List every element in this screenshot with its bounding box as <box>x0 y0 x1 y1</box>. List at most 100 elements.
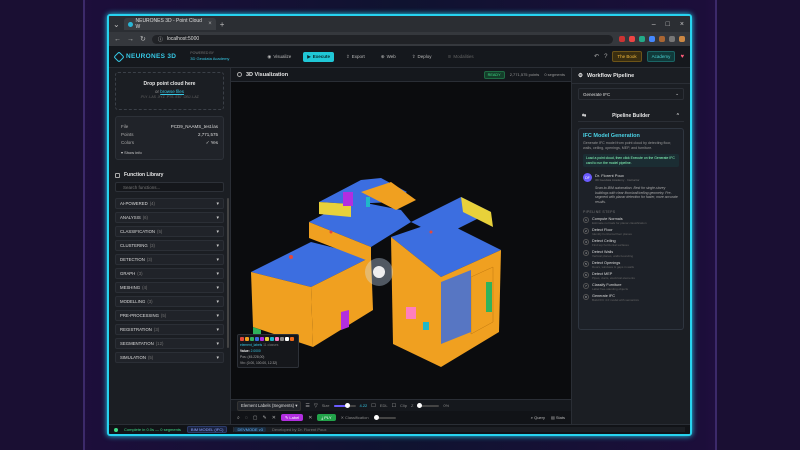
pipeline-builder-header[interactable]: ⇆ Pipeline Builder ⌃ <box>578 110 684 122</box>
size-slider[interactable] <box>333 402 356 408</box>
color-swatch[interactable] <box>290 337 294 341</box>
color-swatch[interactable] <box>270 337 274 341</box>
chevron-down-icon: ▾ <box>216 326 219 333</box>
nav-deploy-button[interactable]: ⇧ Deploy <box>408 52 436 62</box>
select-icon[interactable]: ▢ <box>253 415 258 421</box>
nav-visualize-button[interactable]: ◉ Visualize <box>263 52 295 62</box>
heart-icon[interactable]: ♥ <box>680 54 684 60</box>
pipeline-step[interactable]: 4 Detect Walls Vertical planes, walls boun… <box>583 250 679 258</box>
minimize-icon[interactable]: – <box>652 21 656 28</box>
filter-icon[interactable]: ▽ <box>314 403 318 409</box>
main-nav: ◉ Visualize ▶ Execute ⇪ Export ⊕ Web ⇧ Deploy ≋ Mod… <box>263 51 478 62</box>
forward-icon[interactable]: → <box>127 36 134 43</box>
tab-list-icon[interactable]: ⌄ <box>113 20 120 29</box>
extension-icon[interactable] <box>649 36 655 42</box>
workflow-select[interactable]: Generate IFC ⌄ <box>578 88 684 100</box>
color-swatch[interactable] <box>250 337 254 341</box>
reload-icon[interactable]: ↻ <box>140 35 146 43</box>
app-logo[interactable]: NEURONES 3D <box>113 50 176 63</box>
classification-slider[interactable] <box>373 414 396 420</box>
clip-checkbox[interactable]: ☐ <box>392 403 396 409</box>
category-simulation[interactable]: SIMULATION (5) ▾ <box>115 352 224 363</box>
size-value: 4.22 <box>359 403 368 408</box>
color-mode-select[interactable]: Element Labels (Segments) ▾ <box>237 400 302 411</box>
category-name: REGISTRATION <box>120 327 152 332</box>
category-count: (5) <box>147 355 154 360</box>
category-ai-powered[interactable]: AI-POWERED (4) ▾ <box>115 198 224 209</box>
color-swatch[interactable] <box>260 337 264 341</box>
function-search-input[interactable]: Search functions... <box>115 182 224 192</box>
pipeline-step[interactable]: 3 Detect Ceiling Find top horizontal surfa… <box>583 239 679 247</box>
pipeline-step[interactable]: 7 Classify Furniture Label free-standing o… <box>583 283 679 291</box>
category-meshing[interactable]: MESHING (4) ▾ <box>115 282 224 293</box>
author-block: DF Dr. Florent Poux 3D Geodata Academy ·… <box>583 173 679 182</box>
profile-icon[interactable] <box>679 36 685 42</box>
browse-files-link[interactable]: browse files <box>160 89 184 94</box>
edl-checkbox[interactable]: ☐ <box>371 403 375 409</box>
extension-icon[interactable] <box>639 36 645 42</box>
new-tab-icon[interactable]: + <box>220 20 225 29</box>
undo-icon[interactable]: ↶ <box>594 53 599 60</box>
category-modelling[interactable]: MODELLING (3) ▾ <box>115 296 224 307</box>
extension-icon[interactable] <box>669 36 675 42</box>
close-tab-icon[interactable]: × <box>208 21 212 27</box>
classification-toggle[interactable]: ✕ Classification <box>341 415 369 420</box>
back-icon[interactable]: ← <box>114 36 121 43</box>
stats-button[interactable]: ▤ Stats <box>551 415 565 420</box>
help-icon[interactable]: ? <box>604 54 607 60</box>
nav-export-button[interactable]: ⇪ Export <box>342 52 369 62</box>
nav-web-button[interactable]: ⊕ Web <box>377 52 400 62</box>
show-info-toggle[interactable]: ▾ Show info <box>121 150 218 155</box>
category-pre-processing[interactable]: PRE-PROCESSING (5) ▾ <box>115 310 224 321</box>
browser-tab[interactable]: NEURONES 3D - Point Cloud W × <box>123 18 216 30</box>
close-icon[interactable]: ✕ <box>308 415 312 421</box>
maximize-icon[interactable]: □ <box>666 21 670 28</box>
query-button[interactable]: ⌕ Query <box>531 415 545 420</box>
nav-execute-button[interactable]: ▶ Execute <box>303 51 335 62</box>
category-analysis[interactable]: ANALYSIS (6) ▾ <box>115 212 224 223</box>
category-graph[interactable]: GRAPH (3) ▾ <box>115 268 224 279</box>
ply-export-button[interactable]: ⤓ PLY <box>317 414 336 421</box>
color-swatch[interactable] <box>245 337 249 341</box>
category-registration[interactable]: REGISTRATION (3) ▾ <box>115 324 224 335</box>
category-classification[interactable]: CLASSIFICATION (5) ▾ <box>115 226 224 237</box>
3d-scene[interactable]: element_labels 11 classes Value: 2.0000 … <box>231 82 571 398</box>
pipeline-step[interactable]: 2 Detect Floor Identify horizontal floor p… <box>583 228 679 236</box>
extension-icon[interactable] <box>659 36 665 42</box>
the-book-button[interactable]: The Book <box>612 51 642 62</box>
extension-icon[interactable] <box>629 36 635 42</box>
clip-slider[interactable] <box>417 402 440 408</box>
list-icon[interactable]: ☰ <box>305 403 309 409</box>
pipeline-step[interactable]: 6 Detect MEP Pipes, ducts, electrical elem… <box>583 272 679 280</box>
lasso-icon[interactable]: ◌ <box>245 415 248 421</box>
left-scrollbar[interactable] <box>227 198 229 348</box>
tab-title: NEURONES 3D - Point Cloud W <box>135 18 202 30</box>
pipeline-step[interactable]: 5 Detect Openings Doors, windows & gaps in… <box>583 261 679 269</box>
url-field[interactable]: ⓘ localhost:5000 <box>151 34 613 44</box>
color-swatch[interactable] <box>255 337 259 341</box>
chevron-down-icon: ▾ <box>216 298 219 305</box>
academy-button[interactable]: Academy <box>646 51 676 62</box>
color-swatch[interactable] <box>285 337 289 341</box>
category-count: (3) <box>147 299 153 304</box>
nav-modalities-button[interactable]: ≋ Modalities <box>444 52 478 62</box>
color-swatch[interactable] <box>240 337 244 341</box>
site-info-icon[interactable]: ⓘ <box>158 36 163 43</box>
brush-icon[interactable]: ✎ <box>263 415 267 421</box>
paperclip-icon[interactable]: ⌕ <box>237 415 240 421</box>
category-clustering[interactable]: CLUSTERING (3) ▾ <box>115 240 224 251</box>
color-swatch[interactable] <box>280 337 284 341</box>
drop-or-line: or browse files <box>116 89 223 94</box>
category-segmentation[interactable]: SEGMENTATION (12) ▾ <box>115 338 224 349</box>
color-swatch[interactable] <box>265 337 269 341</box>
category-detection[interactable]: DETECTION (3) ▾ <box>115 254 224 265</box>
drop-zone[interactable]: Drop point cloud here or browse files .P… <box>115 72 224 110</box>
extension-icon[interactable] <box>619 36 625 42</box>
clip-axis-select[interactable]: Z <box>411 403 413 408</box>
pipeline-step[interactable]: 8 Generate IFC Build IFC 4.0 model with se… <box>583 294 679 302</box>
label-button[interactable]: ✎ Label <box>280 414 304 421</box>
clear-icon[interactable]: ✕ <box>272 415 276 421</box>
close-window-icon[interactable]: × <box>680 21 684 28</box>
color-swatch[interactable] <box>275 337 279 341</box>
pipeline-step[interactable]: 1 Compute Normals Estimate normals for pla… <box>583 217 679 225</box>
